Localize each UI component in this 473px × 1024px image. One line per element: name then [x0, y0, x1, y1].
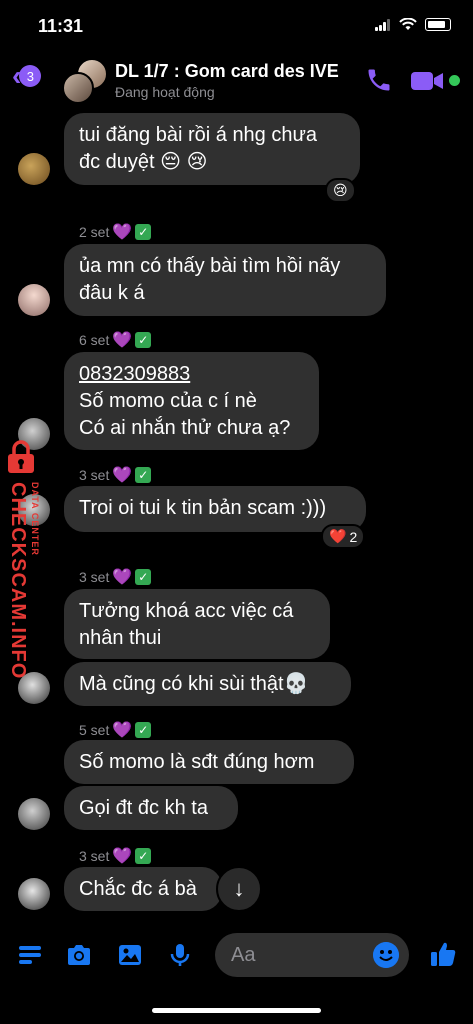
message-text: đâu k á [79, 282, 145, 304]
check-icon: ✓ [135, 224, 152, 240]
purple-heart-icon: 💜 [112, 467, 133, 484]
message-bubble[interactable]: Gọi đt đc kh ta [64, 786, 238, 830]
camera-icon[interactable] [65, 941, 93, 969]
message-bubble[interactable]: tui đăng bài rồi á nhg chưa đc duyệt 😔 😢 [64, 113, 360, 185]
message-input[interactable]: Aa [215, 933, 409, 977]
signal-icon [375, 18, 391, 31]
read-receipt: 3 set 💜 ✓ [79, 846, 152, 866]
chat-title[interactable]: DL 1/7 : Gom card des IVE [115, 61, 339, 82]
sender-avatar[interactable] [18, 878, 50, 910]
watermark-text: CHECKSCAM.INFO [7, 482, 29, 680]
message-text: Số momo của c í nè [79, 390, 257, 412]
message-text: Troi oi tui k tin bản scam :))) [79, 497, 327, 519]
purple-heart-icon: 💜 [112, 332, 133, 349]
message-bubble[interactable]: Chắc đc á bà [64, 867, 222, 911]
message-text: tui đăng bài rồi á nhg chưa [79, 124, 317, 146]
gallery-icon[interactable] [116, 941, 144, 969]
message-text: nhân thui [79, 627, 162, 649]
online-indicator [447, 73, 462, 88]
message-reaction[interactable]: 😢 [325, 178, 356, 203]
unread-badge: 3 [19, 65, 42, 87]
purple-heart-icon: 💜 [112, 224, 133, 241]
purple-heart-icon: 💜 [112, 848, 133, 865]
message-bubble[interactable]: Tưởng khoá acc việc cá nhân thui [64, 589, 330, 659]
message-text: Chắc đc á bà [79, 878, 197, 900]
message-bubble[interactable]: ủa mn có thấy bài tìm hồi nãy đâu k á [64, 244, 386, 316]
scroll-to-bottom-button[interactable]: ↓ [216, 866, 262, 912]
home-indicator [152, 1008, 321, 1013]
video-icon[interactable] [410, 68, 446, 94]
read-receipt: 3 set 💜 ✓ [79, 567, 152, 587]
emoji-icon[interactable] [373, 942, 399, 968]
sender-avatar[interactable] [18, 284, 50, 316]
check-icon: ✓ [135, 332, 152, 348]
message-bubble[interactable]: Troi oi tui k tin bản scam :))) [64, 486, 366, 532]
message-bubble[interactable]: Mà cũng có khi sùi thật💀 [64, 662, 351, 706]
battery-icon [425, 18, 451, 31]
check-icon: ✓ [135, 569, 152, 585]
sender-avatar[interactable] [18, 798, 50, 830]
read-receipt: 6 set 💜 ✓ [79, 330, 152, 350]
sender-avatar[interactable] [18, 153, 50, 185]
status-icons [375, 18, 451, 31]
phone-icon[interactable] [365, 66, 393, 94]
message-input-placeholder: Aa [231, 943, 256, 966]
purple-heart-icon: 💜 [112, 569, 133, 586]
message-text: Tưởng khoá acc việc cá [79, 600, 294, 622]
lock-icon [8, 440, 34, 473]
read-receipt: 5 set 💜 ✓ [79, 720, 152, 740]
message-reaction[interactable]: ❤️ 2 [321, 524, 366, 549]
check-icon: ✓ [135, 722, 152, 738]
active-status: Đang hoạt động [115, 84, 215, 100]
menu-icon[interactable] [16, 941, 44, 969]
read-receipt: 3 set 💜 ✓ [79, 465, 152, 485]
wifi-icon [399, 18, 417, 30]
phone-number-link[interactable]: 0832309883 [79, 361, 304, 388]
purple-heart-icon: 💜 [112, 722, 133, 739]
group-avatar[interactable] [62, 58, 108, 104]
read-receipt: 2 set 💜 ✓ [79, 222, 152, 242]
message-text: Mà cũng có khi sùi thật💀 [79, 673, 309, 695]
mic-icon[interactable] [166, 941, 194, 969]
check-icon: ✓ [135, 848, 152, 864]
watermark: CHECKSCAM.INFO DATA CENTER [2, 440, 42, 680]
message-text: Số momo là sđt đúng hơm [79, 751, 315, 773]
message-bubble[interactable]: Số momo là sđt đúng hơm [64, 740, 354, 784]
arrow-down-icon: ↓ [233, 876, 245, 901]
message-text: đc duyệt 😔 😢 [79, 151, 208, 173]
composer-bar: Aa [0, 925, 473, 985]
status-time: 11:31 [38, 16, 84, 36]
message-text: Gọi đt đc kh ta [79, 797, 208, 819]
like-icon[interactable] [428, 939, 458, 969]
watermark-subtext: DATA CENTER [30, 482, 40, 556]
back-button[interactable]: ‹ 3 [12, 62, 42, 90]
message-text: Có ai nhắn thử chưa ạ? [79, 417, 291, 439]
message-text: ủa mn có thấy bài tìm hồi nãy [79, 255, 341, 277]
check-icon: ✓ [135, 467, 152, 483]
message-bubble[interactable]: 0832309883 Số momo của c í nè Có ai nhắn… [64, 352, 319, 450]
